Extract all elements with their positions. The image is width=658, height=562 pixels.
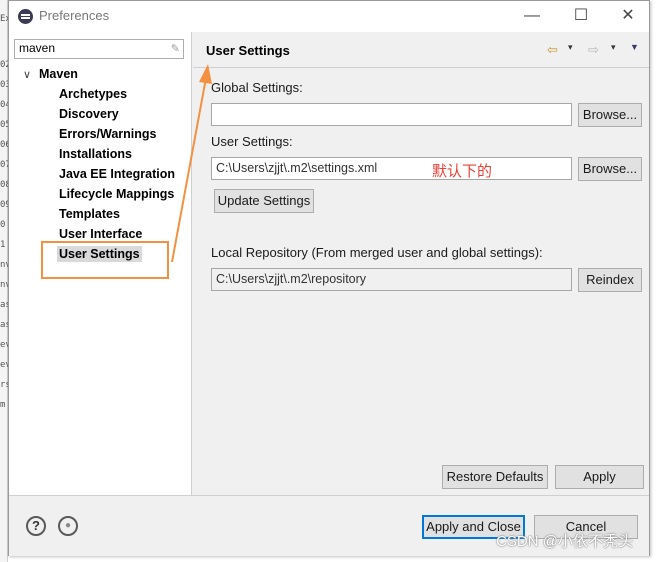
tree-item-errors-warnings[interactable]: Errors/Warnings <box>59 127 156 141</box>
close-button[interactable]: ✕ <box>615 5 641 27</box>
forward-history-dropdown-icon[interactable]: ▾ <box>611 42 616 53</box>
reindex-button[interactable]: Reindex <box>578 268 642 292</box>
expand-caret-icon[interactable]: ∨ <box>23 68 39 81</box>
global-settings-label: Global Settings: <box>211 80 303 95</box>
tree-item-templates[interactable]: Templates <box>59 207 120 221</box>
preferences-dialog: Preferences — ☐ ✕ maven ✎ ∨ Maven Archety… <box>8 0 650 556</box>
page-header: User Settings ⇦ ▾ ⇨ ▾ ▼ <box>193 32 649 68</box>
tree-item-installations[interactable]: Installations <box>59 147 132 161</box>
background-fragment: 0 <box>0 220 6 230</box>
tree-node-label: Maven <box>39 67 78 81</box>
user-settings-page: User Settings ⇦ ▾ ⇨ ▾ ▼ Global Settings:… <box>193 32 649 495</box>
title-bar[interactable]: Preferences — ☐ ✕ <box>9 1 649 32</box>
tree-node-maven[interactable]: ∨ Maven <box>23 67 78 81</box>
user-settings-label: User Settings: <box>211 134 293 149</box>
watermark: CSDN @小依不秃头 <box>496 533 633 550</box>
global-settings-field[interactable] <box>211 103 572 126</box>
update-settings-button[interactable]: Update Settings <box>214 189 314 213</box>
filter-input[interactable]: maven ✎ <box>14 39 184 59</box>
restore-defaults-button[interactable]: Restore Defaults <box>442 465 548 489</box>
preference-tree-pane: maven ✎ ∨ Maven Archetypes Discovery Erro… <box>9 32 192 495</box>
window-title: Preferences <box>39 8 110 23</box>
user-settings-browse-button[interactable]: Browse... <box>578 157 642 181</box>
filter-value: maven <box>19 41 56 55</box>
back-history-dropdown-icon[interactable]: ▾ <box>568 42 573 53</box>
tree-item-java-ee-integration[interactable]: Java EE Integration <box>59 167 175 181</box>
tree-item-user-interface[interactable]: User Interface <box>59 227 142 241</box>
help-icon[interactable]: ? <box>26 516 46 536</box>
clear-filter-icon[interactable]: ✎ <box>171 42 180 55</box>
eclipse-app-icon <box>18 9 33 24</box>
maximize-button[interactable]: ☐ <box>568 5 594 27</box>
background-fragment: 1 <box>0 240 6 250</box>
view-menu-icon[interactable]: ▼ <box>630 42 639 52</box>
page-title: User Settings <box>206 43 290 58</box>
dialog-footer: ? ● Apply and Close Cancel CSDN @小依不秃头 <box>9 495 649 556</box>
local-repository-field[interactable]: C:\Users\zjjt\.m2\repository <box>211 268 572 291</box>
user-settings-field[interactable]: C:\Users\zjjt\.m2\settings.xml <box>211 157 572 180</box>
annotation-highlight-box <box>41 241 169 279</box>
tree-item-discovery[interactable]: Discovery <box>59 107 119 121</box>
local-repository-label: Local Repository (From merged user and g… <box>211 245 543 260</box>
apply-button[interactable]: Apply <box>555 465 644 489</box>
back-arrow-icon[interactable]: ⇦ <box>547 42 558 58</box>
annotation-text: 默认下的 <box>432 162 493 180</box>
background-fragment: m <box>0 400 6 410</box>
forward-arrow-icon[interactable]: ⇨ <box>588 42 599 58</box>
minimize-button[interactable]: — <box>519 5 545 27</box>
background-window-strip: Ex 02 03 04 05 06 07 08 09 0 1 nv nv as … <box>0 0 11 562</box>
tree-item-lifecycle-mappings[interactable]: Lifecycle Mappings <box>59 187 174 201</box>
import-export-icon[interactable]: ● <box>58 516 78 536</box>
tree-item-archetypes[interactable]: Archetypes <box>59 87 127 101</box>
global-settings-browse-button[interactable]: Browse... <box>578 103 642 127</box>
